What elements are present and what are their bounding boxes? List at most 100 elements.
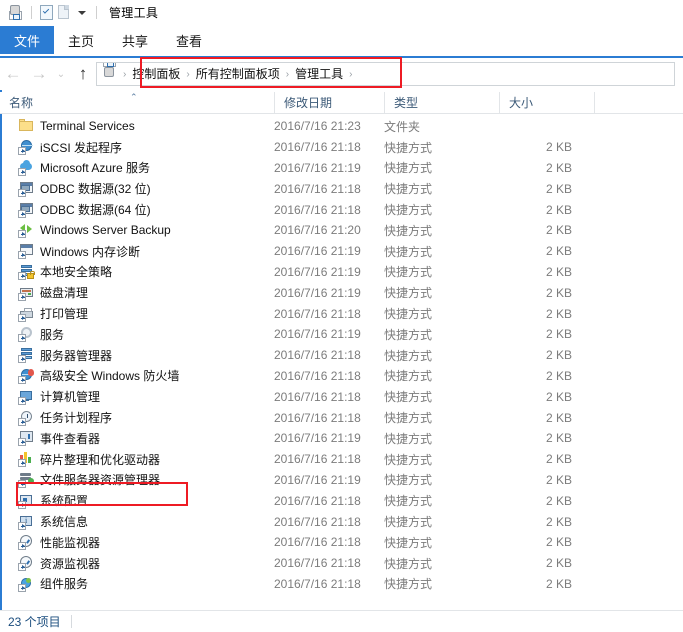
file-date-cell: 2016/7/16 21:18 (274, 348, 361, 363)
resmon-icon (18, 555, 34, 572)
file-name-cell[interactable]: 性能监视器 (0, 534, 274, 551)
address-bar[interactable]: › 控制面板 › 所有控制面板项 › 管理工具 › (96, 62, 675, 86)
table-row[interactable]: ODBC 数据源(64 位) 2016/7/16 21:18 快捷方式 2 KB (0, 199, 683, 220)
table-row[interactable]: 本地安全策略 2016/7/16 21:19 快捷方式 2 KB (0, 262, 683, 283)
breadcrumb-control-panel[interactable]: 控制面板 (127, 63, 185, 85)
table-row[interactable]: 文件服务器资源管理器 2016/7/16 21:19 快捷方式 2 KB (0, 470, 683, 491)
new-folder-icon[interactable] (55, 4, 73, 22)
window-title: 管理工具 (109, 6, 159, 20)
file-size-cell: 2 KB (545, 472, 572, 487)
table-row[interactable]: 碎片整理和优化驱动器 2016/7/16 21:18 快捷方式 2 KB (0, 449, 683, 470)
table-row[interactable]: 磁盘清理 2016/7/16 21:19 快捷方式 2 KB (0, 282, 683, 303)
table-row[interactable]: 事件查看器 2016/7/16 21:19 快捷方式 2 KB (0, 428, 683, 449)
odbc-shortcut-icon (18, 181, 34, 197)
file-list[interactable]: Terminal Services 2016/7/16 21:23 文件夹 iSCSI… (0, 116, 683, 611)
file-name-cell[interactable]: 服务 (0, 326, 274, 343)
file-name-label: 性能监视器 (40, 535, 101, 550)
file-date-cell: 2016/7/16 21:19 (274, 160, 361, 175)
file-date-cell: 2016/7/16 21:19 (274, 264, 361, 279)
file-name-cell[interactable]: Windows 内存诊断 (0, 243, 274, 260)
file-type-cell: 快捷方式 (384, 348, 433, 363)
table-row[interactable]: 任务计划程序 2016/7/16 21:18 快捷方式 2 KB (0, 407, 683, 428)
file-size-cell: 2 KB (545, 368, 572, 383)
file-name-cell[interactable]: 系统信息 (0, 513, 274, 530)
forward-button[interactable]: → (26, 61, 52, 87)
component-svc-icon (18, 576, 34, 592)
table-row[interactable]: Windows 内存诊断 2016/7/16 21:19 快捷方式 2 KB (0, 241, 683, 262)
file-name-cell[interactable]: 组件服务 (0, 575, 274, 592)
back-button[interactable]: ← (0, 61, 26, 87)
file-size-cell: 2 KB (545, 452, 572, 467)
file-name-cell[interactable]: 磁盘清理 (0, 284, 274, 301)
file-name-cell[interactable]: 计算机管理 (0, 388, 274, 405)
file-name-cell[interactable]: ODBC 数据源(64 位) (0, 201, 274, 218)
table-row[interactable]: iSCSI 发起程序 2016/7/16 21:18 快捷方式 2 KB (0, 137, 683, 158)
file-size-cell: 2 KB (545, 223, 572, 238)
tab-home[interactable]: 主页 (54, 26, 108, 54)
table-row[interactable]: Windows Server Backup 2016/7/16 21:20 快捷方式… (0, 220, 683, 241)
recent-locations-button[interactable]: ⌄ (52, 61, 70, 87)
file-name-cell[interactable]: 碎片整理和优化驱动器 (0, 451, 274, 468)
file-type-cell: 快捷方式 (384, 473, 433, 488)
file-name-cell[interactable]: 文件服务器资源管理器 (0, 471, 274, 488)
properties-icon[interactable] (37, 4, 55, 22)
fsrm-icon (18, 472, 34, 488)
table-row[interactable]: 系统信息 2016/7/16 21:18 快捷方式 2 KB (0, 511, 683, 532)
file-name-cell[interactable]: 事件查看器 (0, 430, 274, 447)
up-button[interactable]: ↑ (70, 61, 96, 87)
column-header-date[interactable]: 修改日期 (274, 91, 384, 114)
table-row[interactable]: 性能监视器 2016/7/16 21:18 快捷方式 2 KB (0, 532, 683, 553)
navigation-bar: ← → ⌄ ↑ › 控制面板 › 所有控制面板项 › 管理工具 › (0, 58, 683, 90)
column-header-type[interactable]: 类型 (384, 91, 499, 114)
breadcrumb-all-items[interactable]: 所有控制面板项 (191, 63, 285, 85)
table-row[interactable]: 服务 2016/7/16 21:19 快捷方式 2 KB (0, 324, 683, 345)
breadcrumb-separator-3[interactable]: › (348, 69, 353, 80)
table-row[interactable]: 计算机管理 2016/7/16 21:18 快捷方式 2 KB (0, 386, 683, 407)
file-type-cell: 快捷方式 (384, 515, 433, 530)
odbc-shortcut-icon (18, 202, 34, 218)
file-name-label: Windows 内存诊断 (40, 244, 141, 259)
file-name-cell[interactable]: iSCSI 发起程序 (0, 139, 274, 156)
address-folder-gear-icon (103, 63, 119, 82)
file-name-cell[interactable]: Microsoft Azure 服务 (0, 159, 274, 176)
table-row[interactable]: 高级安全 Windows 防火墙 2016/7/16 21:18 快捷方式 2 KB (0, 366, 683, 387)
table-row[interactable]: ODBC 数据源(32 位) 2016/7/16 21:18 快捷方式 2 KB (0, 178, 683, 199)
column-header-name-label: 名称 (9, 95, 34, 110)
table-row[interactable]: 系统配置 2016/7/16 21:18 快捷方式 2 KB (0, 490, 683, 511)
table-row[interactable]: 打印管理 2016/7/16 21:18 快捷方式 2 KB (0, 303, 683, 324)
file-name-cell[interactable]: 打印管理 (0, 305, 274, 322)
column-header-name[interactable]: 名称 ⌃ (0, 92, 274, 114)
file-name-cell[interactable]: Terminal Services (0, 118, 274, 134)
file-name-cell[interactable]: 本地安全策略 (0, 263, 274, 280)
file-name-cell[interactable]: 资源监视器 (0, 555, 274, 572)
table-row[interactable]: 服务器管理器 2016/7/16 21:18 快捷方式 2 KB (0, 345, 683, 366)
file-name-cell[interactable]: 系统配置 (0, 492, 274, 509)
column-header-size[interactable]: 大小 (499, 91, 594, 114)
tab-share[interactable]: 共享 (108, 26, 162, 54)
file-name-cell[interactable]: ODBC 数据源(32 位) (0, 180, 274, 197)
file-date-cell: 2016/7/16 21:18 (274, 535, 361, 550)
file-type-cell: 文件夹 (384, 119, 421, 134)
file-name-cell[interactable]: Windows Server Backup (0, 222, 274, 239)
toolbar-divider (31, 6, 32, 19)
table-row[interactable]: 资源监视器 2016/7/16 21:18 快捷方式 2 KB (0, 553, 683, 574)
file-name-cell[interactable]: 服务器管理器 (0, 347, 274, 364)
file-name-label: 任务计划程序 (40, 411, 113, 426)
file-size-cell: 2 KB (545, 306, 572, 321)
chevron-down-icon[interactable] (73, 4, 91, 22)
table-row[interactable]: Terminal Services 2016/7/16 21:23 文件夹 (0, 116, 683, 137)
tab-view[interactable]: 查看 (162, 26, 216, 54)
file-name-cell[interactable]: 任务计划程序 (0, 409, 274, 426)
folder-gear-icon[interactable] (8, 4, 26, 22)
column-header-extra[interactable] (594, 91, 683, 114)
file-size-cell: 2 KB (545, 535, 572, 550)
server-manager-icon (18, 347, 34, 364)
file-type-cell: 快捷方式 (384, 182, 433, 197)
tab-file[interactable]: 文件 (0, 26, 55, 54)
file-size-cell: 2 KB (545, 389, 572, 404)
file-name-cell[interactable]: 高级安全 Windows 防火墙 (0, 367, 274, 384)
table-row[interactable]: 组件服务 2016/7/16 21:18 快捷方式 2 KB (0, 574, 683, 595)
file-type-cell: 快捷方式 (384, 327, 433, 342)
table-row[interactable]: Microsoft Azure 服务 2016/7/16 21:19 快捷方式 2 K… (0, 158, 683, 179)
breadcrumb-administrative-tools[interactable]: 管理工具 (290, 63, 348, 85)
